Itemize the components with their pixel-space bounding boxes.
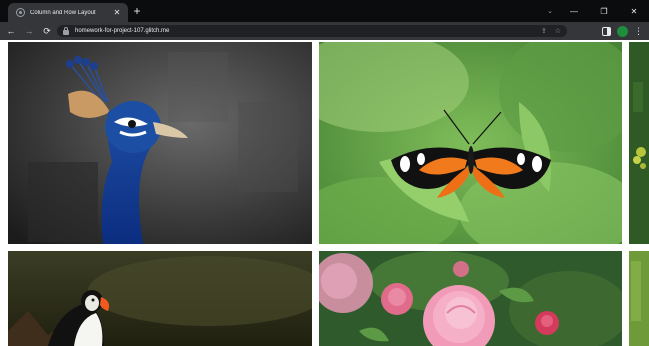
toolbar-actions: ⋮: [602, 24, 643, 38]
reload-icon[interactable]: ⟳: [40, 24, 54, 38]
restore-icon[interactable]: ❐: [589, 7, 619, 16]
tab-strip: Column and Row Layout ✕ + ⌄ — ❐ ✕: [0, 0, 649, 22]
close-icon[interactable]: ✕: [111, 7, 123, 19]
gallery-grid: [0, 40, 649, 346]
active-tab[interactable]: Column and Row Layout ✕: [8, 3, 128, 22]
url-text: homework-for-project-107.glitch.me: [75, 28, 170, 34]
window-controls: ⌄ — ❐ ✕: [541, 0, 649, 22]
leaves-image: [629, 42, 649, 244]
lock-icon: [63, 26, 69, 35]
peacock-image: [8, 42, 312, 244]
omnibox-actions: ⇪ ☆: [541, 25, 561, 37]
arrow-right-icon[interactable]: →: [22, 24, 36, 38]
address-bar[interactable]: homework-for-project-107.glitch.me ⇪ ☆: [57, 25, 567, 37]
butterfly-image: [319, 42, 622, 244]
arrow-left-icon[interactable]: ←: [4, 24, 18, 38]
chevron-down-icon[interactable]: ⌄: [541, 7, 559, 15]
window-close-icon[interactable]: ✕: [619, 7, 649, 16]
browser-window: Column and Row Layout ✕ + ⌄ — ❐ ✕ ← → ⟳ …: [0, 0, 649, 346]
globe-icon: [16, 8, 25, 17]
star-icon[interactable]: ☆: [555, 27, 561, 35]
roses-image: [319, 251, 622, 346]
puffin-image: [8, 251, 312, 346]
extension-panel-icon[interactable]: [602, 26, 611, 36]
avatar[interactable]: [617, 25, 628, 37]
foliage-image: [629, 251, 649, 346]
toolbar: ← → ⟳ homework-for-project-107.glitch.me…: [0, 22, 649, 40]
vertical-dots-icon[interactable]: ⋮: [634, 24, 643, 38]
share-icon[interactable]: ⇪: [541, 27, 547, 35]
plus-icon[interactable]: +: [130, 4, 144, 18]
minimize-icon[interactable]: —: [559, 7, 589, 16]
tab-title: Column and Row Layout: [30, 9, 96, 16]
